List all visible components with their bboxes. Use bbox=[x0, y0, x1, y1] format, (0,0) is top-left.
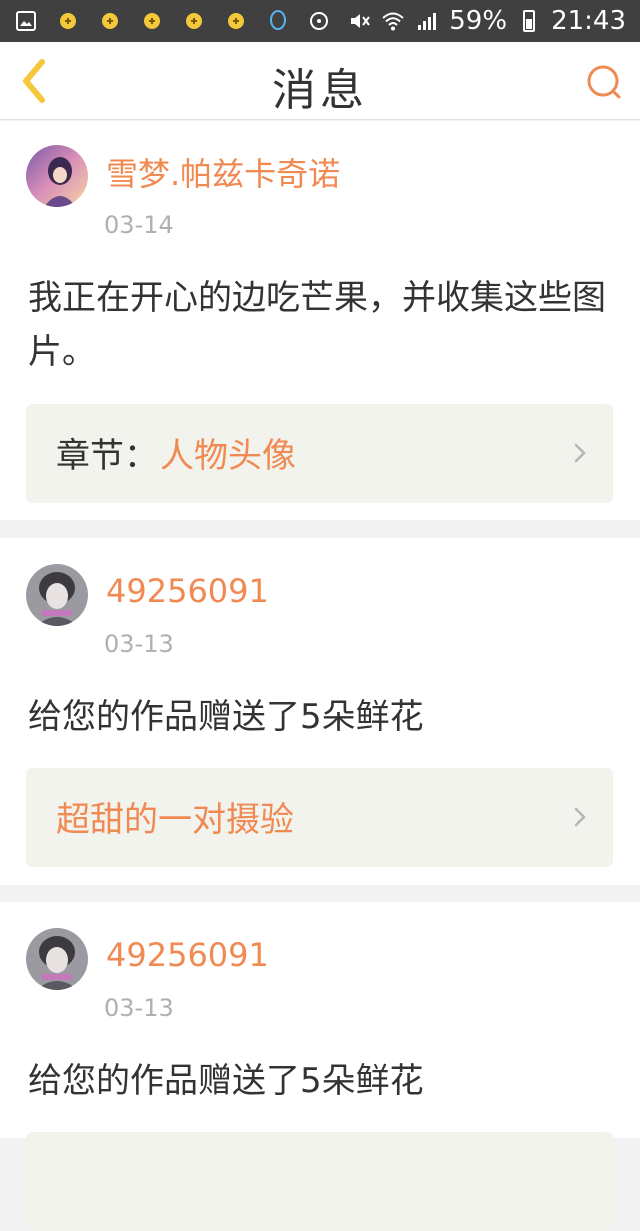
avatar[interactable] bbox=[26, 145, 88, 207]
chevron-right-icon bbox=[574, 807, 586, 827]
message-date: 03-14 bbox=[104, 211, 174, 239]
message-card: 49256091 03-13 给您的作品赠送了5朵鲜花 bbox=[0, 902, 640, 1231]
work-link[interactable] bbox=[26, 1132, 613, 1231]
link-prefix: 章节： bbox=[56, 436, 158, 476]
avatar[interactable] bbox=[26, 928, 88, 990]
search-icon bbox=[587, 65, 621, 99]
message-text: 我正在开心的边吃芒果，并收集这些图片。 bbox=[28, 278, 606, 372]
notification-icons bbox=[14, 9, 332, 33]
qq-icon bbox=[270, 10, 286, 30]
system-status: 59% 21:43 bbox=[347, 6, 626, 36]
gallery-icon bbox=[16, 11, 36, 31]
message-card: 49256091 03-13 给您的作品赠送了5朵鲜花 超甜的一对摄验 bbox=[0, 538, 640, 885]
app-header: 消息 bbox=[0, 42, 640, 120]
media-icon bbox=[310, 12, 328, 30]
wifi-icon bbox=[382, 12, 404, 31]
avatar[interactable] bbox=[26, 564, 88, 626]
app-notification-icon bbox=[228, 13, 244, 29]
username[interactable]: 雪梦.帕兹卡奇诺 bbox=[106, 149, 340, 195]
work-link[interactable]: 超甜的一对摄验 bbox=[26, 768, 613, 867]
clock: 21:43 bbox=[551, 6, 626, 36]
message-text: 给您的作品赠送了5朵鲜花 bbox=[28, 697, 424, 737]
message-date: 03-13 bbox=[104, 630, 174, 658]
message-date: 03-13 bbox=[104, 994, 174, 1022]
username[interactable]: 49256091 bbox=[106, 936, 269, 974]
mute-icon bbox=[351, 14, 371, 28]
app-notification-icon bbox=[60, 13, 76, 29]
username[interactable]: 49256091 bbox=[106, 572, 269, 610]
link-title: 人物头像 bbox=[160, 436, 296, 476]
app-notification-icon bbox=[102, 13, 118, 29]
app-notification-icon bbox=[186, 13, 202, 29]
chapter-link[interactable]: 章节： 人物头像 bbox=[26, 404, 613, 503]
page-title: 消息 bbox=[272, 65, 368, 116]
battery-icon bbox=[523, 10, 536, 32]
app-notification-icon bbox=[144, 13, 160, 29]
search-button[interactable] bbox=[584, 62, 624, 102]
signal-icon bbox=[418, 13, 437, 30]
link-title: 超甜的一对摄验 bbox=[56, 800, 294, 840]
chevron-right-icon bbox=[574, 443, 586, 463]
message-text: 给您的作品赠送了5朵鲜花 bbox=[28, 1061, 424, 1101]
message-card: 雪梦.帕兹卡奇诺 03-14 我正在开心的边吃芒果，并收集这些图片。 章节： 人… bbox=[0, 121, 640, 520]
battery-percent: 59% bbox=[449, 6, 508, 36]
status-bar: 59% 21:43 bbox=[0, 0, 640, 42]
